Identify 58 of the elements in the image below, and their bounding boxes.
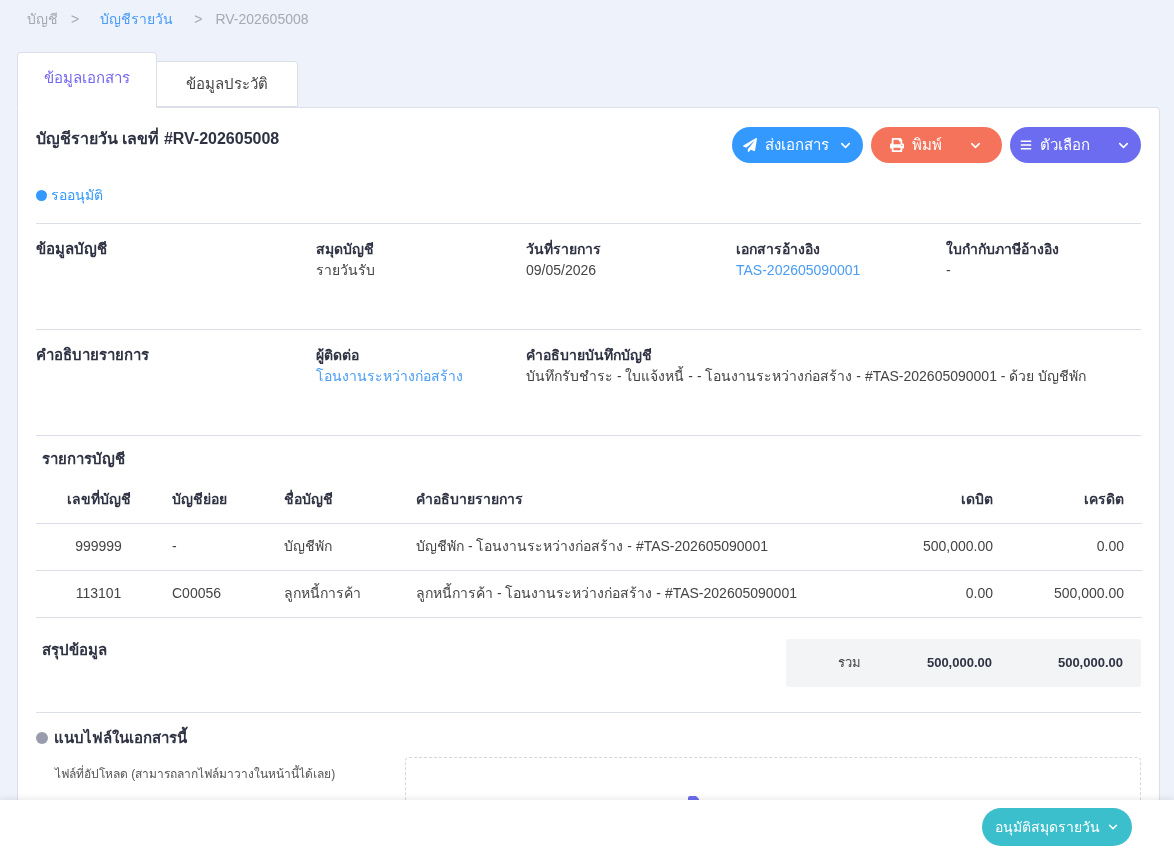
table-cell: บัญชีพัก: [273, 523, 405, 570]
table-cell: ลูกหนี้การค้า - โอนงานระหว่างก่อสร้าง - #TAS-202605090001: [405, 570, 861, 617]
breadcrumb-link[interactable]: บัญชีรายวัน: [100, 8, 174, 30]
breadcrumb-separator: >: [194, 9, 203, 29]
table-cell: 999999: [36, 523, 161, 570]
field-value: บันทึกรับชำระ - ใบแจ้งหนี้ - - โอนงานระหว่างก่อสร้าง - #TAS-202605090001 - ด้วย บัญชีพัก: [526, 366, 1087, 386]
options-button[interactable]: ตัวเลือก: [1010, 127, 1141, 163]
table-cell: -: [161, 523, 273, 570]
total-label: รวม: [838, 653, 861, 672]
total-debit: 500,000.00: [926, 653, 992, 672]
printer-icon: [890, 138, 904, 152]
field-link[interactable]: โอนงานระหว่างก่อสร้าง: [316, 366, 463, 386]
column-header: เดบิต: [861, 476, 1004, 523]
field-label: วันที่รายการ: [526, 238, 601, 259]
column-header: เลขที่บัญชี: [36, 476, 161, 523]
field-label: ใบกำกับภาษีอ้างอิง: [946, 239, 1059, 259]
table-cell: C00056: [161, 570, 273, 617]
status-dot-icon: [36, 190, 47, 201]
status-label: รออนุมัติ: [51, 186, 103, 206]
column-header: บัญชีย่อย: [161, 476, 273, 523]
table-cell: ลูกหนี้การค้า: [273, 570, 405, 617]
field-value: รายวันรับ: [316, 261, 375, 280]
section-title: คำอธิบายรายการ: [36, 345, 150, 365]
file-icon: [685, 795, 701, 801]
tab[interactable]: ข้อมูลเอกสาร: [17, 52, 157, 108]
section-title: ข้อมูลบัญชี: [36, 239, 108, 260]
field-label: คำอธิบายบันทึกบัญชี: [526, 346, 652, 366]
field-label: สมุดบัญชี: [316, 240, 374, 260]
field-label: ผู้ติดต่อ: [316, 346, 359, 366]
table-cell: 113101: [36, 570, 161, 617]
attachments-title: แนบไฟล์ในเอกสารนี้: [54, 726, 187, 748]
field-value: -: [946, 261, 951, 280]
paper-plane-icon: [742, 138, 757, 152]
table-cell: บัญชีพัก - โอนงานระหว่างก่อสร้าง - #TAS-202605090001: [405, 523, 861, 570]
table-cell: 500,000.00: [861, 523, 1004, 570]
bullet-dot-icon: [36, 731, 48, 744]
breadcrumb-item: บัญชี: [27, 9, 58, 29]
field-label: เอกสารอ้างอิง: [736, 240, 820, 259]
table-cell: 500,000.00: [1004, 570, 1142, 617]
field-link[interactable]: TAS-202605090001: [736, 260, 861, 280]
summary-title: สรุปข้อมูล: [42, 639, 107, 661]
field-value: 09/05/2026: [526, 261, 597, 280]
print-button[interactable]: พิมพ์: [871, 127, 1002, 163]
ledger-title: รายการบัญชี: [42, 449, 125, 470]
breadcrumb-separator: >: [71, 9, 80, 29]
document-title: บัญชีรายวัน เลขที่ #RV-202605008: [36, 128, 280, 150]
upload-hint: ไฟล์ที่อัปโหลด (สามารถลากไฟล์มาวางในหน้านี้ได้เลย): [55, 764, 337, 783]
table-cell: 0.00: [1004, 523, 1142, 570]
breadcrumb-item: RV-202605008: [215, 9, 309, 29]
table-cell: 0.00: [861, 570, 1004, 617]
menu-icon: [1020, 139, 1032, 151]
column-header: เครดิต: [1004, 476, 1142, 523]
approve-button[interactable]: อนุมัติสมุดรายวัน: [982, 808, 1132, 846]
tab[interactable]: ข้อมูลประวัติ: [157, 61, 298, 107]
column-header: คำอธิบายรายการ: [405, 476, 861, 523]
column-header: ชื่อบัญชี: [273, 476, 405, 523]
send-button[interactable]: ส่งเอกสาร: [732, 127, 863, 163]
total-credit: 500,000.00: [1057, 653, 1123, 672]
